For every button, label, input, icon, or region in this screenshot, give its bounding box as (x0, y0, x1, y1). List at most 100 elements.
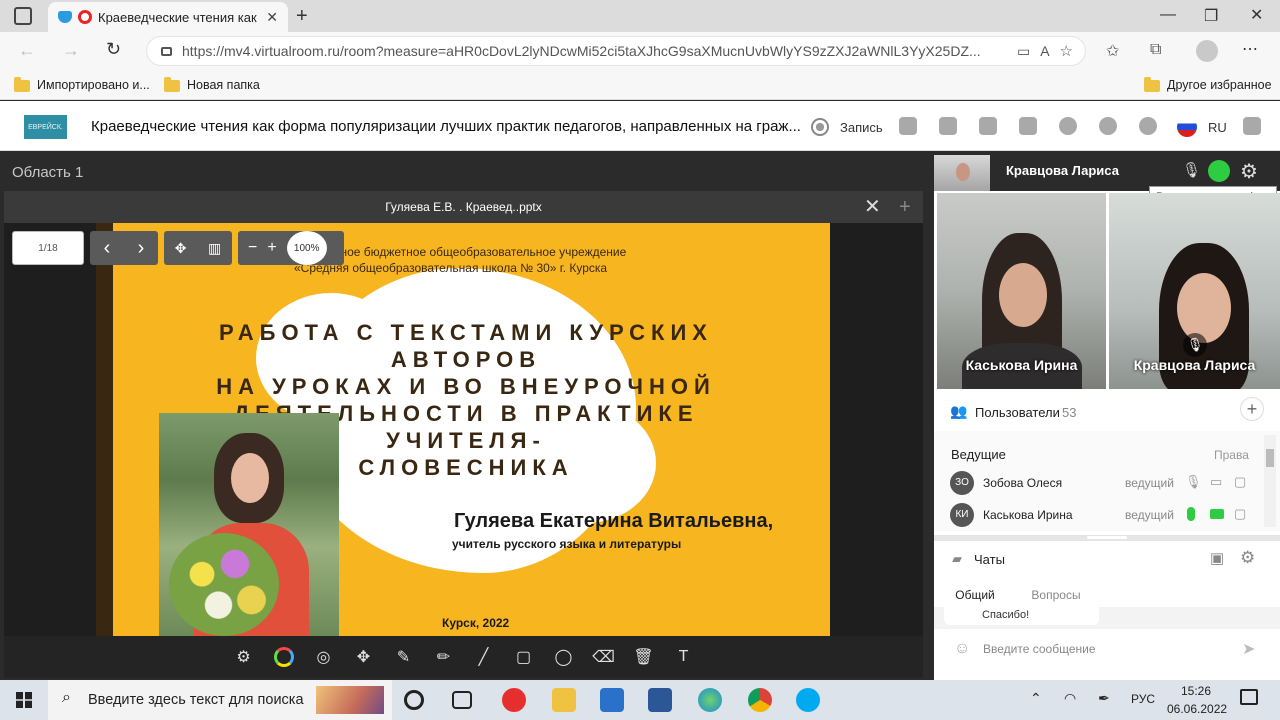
user-camera-off-icon[interactable]: ▭ (1210, 474, 1222, 490)
zoom-in-icon[interactable]: + (267, 239, 276, 257)
photo-face (231, 453, 269, 503)
toolbar-settings-icon[interactable]: ⚙ (232, 645, 256, 669)
rectangle-icon[interactable]: ▢ (512, 645, 536, 669)
record-label[interactable]: Запись (840, 120, 883, 135)
close-tab-icon[interactable]: ✕ (266, 9, 278, 26)
speaker-settings-icon[interactable]: ⚙ (1240, 159, 1258, 184)
clock-time[interactable]: 15:26 (1181, 684, 1211, 698)
other-bookmarks[interactable]: Другое избранное (1144, 76, 1272, 92)
yandex-browser-icon[interactable] (502, 688, 526, 712)
move-icon[interactable]: ✥ (352, 645, 376, 669)
ellipse-icon[interactable]: ◯ (552, 645, 576, 669)
user-name: Каськова Ирина (983, 508, 1073, 522)
add-presentation-icon[interactable]: + (899, 191, 911, 223)
screen-share-icon[interactable] (939, 117, 957, 135)
gear-icon[interactable] (1139, 117, 1157, 135)
user-row[interactable]: ЗО Зобова Олеся ведущий 🎙 ▭ ▢ (950, 471, 1250, 495)
restore-icon[interactable]: ❐ (1204, 6, 1218, 26)
user-row[interactable]: КИ Каськова Ирина ведущий ▢ (950, 503, 1250, 527)
russian-flag-icon[interactable] (1177, 117, 1197, 137)
reload-icon[interactable]: ↻ (106, 39, 121, 60)
trash-icon[interactable]: 🗑 (632, 645, 656, 669)
add-user-button[interactable]: + (1240, 397, 1264, 421)
camera-blocked-icon[interactable]: ▭ (1017, 43, 1030, 60)
wifi-icon[interactable]: ◠ (1064, 690, 1076, 707)
chat-settings-icon[interactable]: ⚙ (1240, 548, 1255, 568)
tab-general[interactable]: Общий (934, 577, 1016, 610)
forward-icon[interactable]: → (62, 40, 80, 61)
video-tile-2[interactable]: 🎙 Кравцова Лариса (1109, 193, 1280, 389)
chat-export-icon[interactable]: ▣ (1210, 549, 1224, 567)
camera-on-icon[interactable] (1208, 160, 1230, 182)
read-aloud-icon[interactable]: A (1040, 43, 1049, 59)
panel-divider[interactable] (926, 151, 934, 680)
next-page-icon[interactable]: › (138, 237, 145, 260)
text-tool-icon[interactable]: T (672, 645, 696, 669)
windows-start-icon[interactable] (16, 692, 32, 708)
brush-icon[interactable]: ✎ (392, 645, 416, 669)
user-camera-on-icon[interactable] (1210, 509, 1224, 519)
skype-icon[interactable] (796, 688, 820, 712)
document-icon[interactable] (979, 117, 997, 135)
users-scrollbar[interactable] (1264, 435, 1276, 527)
pen-icon[interactable]: ✒ (1098, 690, 1110, 707)
taskbar-search[interactable]: ⌕ Введите здесь текст для поиска (48, 680, 392, 720)
eraser-icon[interactable]: ⌫ (592, 645, 616, 669)
favorites-icon[interactable]: ✩ (1106, 41, 1119, 61)
cortana-icon[interactable] (404, 690, 424, 710)
users-scroll-thumb[interactable] (1266, 449, 1274, 467)
mic-muted-icon[interactable]: 🎙 (1182, 161, 1201, 179)
prev-page-icon[interactable]: ‹ (104, 237, 111, 260)
bookmark-folder-imported[interactable]: Импортировано и... (14, 76, 150, 92)
user-screen-icon[interactable]: ▢ (1234, 506, 1246, 522)
zoom-out-icon[interactable]: − (248, 239, 257, 257)
layout-icon[interactable] (899, 117, 917, 135)
new-tab-icon[interactable]: + (296, 5, 308, 28)
chrome-icon[interactable] (748, 688, 772, 712)
color-picker-icon[interactable] (272, 645, 296, 669)
search-highlight-image (316, 686, 384, 714)
notifications-icon[interactable] (1240, 689, 1258, 705)
zoom-level[interactable]: 100% (286, 231, 327, 265)
user-mic-on-icon[interactable] (1187, 507, 1195, 521)
message-input[interactable]: Введите сообщение (983, 642, 1096, 656)
send-icon[interactable]: ➤ (1242, 639, 1255, 659)
profile-avatar[interactable] (1196, 40, 1218, 62)
user-screen-icon[interactable]: ▢ (1234, 474, 1246, 490)
close-window-icon[interactable]: ✕ (1250, 5, 1263, 25)
task-view-icon[interactable] (452, 691, 472, 709)
back-icon[interactable]: ← (18, 40, 36, 61)
edge-icon[interactable] (698, 688, 722, 712)
video-tile-1[interactable]: Каськова Ирина (937, 193, 1106, 389)
clock-date[interactable]: 06.06.2022 (1167, 702, 1227, 716)
info-icon[interactable] (1099, 117, 1117, 135)
minimize-icon[interactable]: — (1160, 6, 1176, 24)
tab-actions-icon[interactable] (14, 7, 32, 25)
tab-questions[interactable]: Вопросы (1016, 577, 1096, 608)
pencil-icon[interactable]: ✏ (432, 645, 456, 669)
url-input[interactable]: https://mv4.virtualroom.ru/room?measure=… (146, 36, 1086, 66)
file-explorer-icon[interactable] (552, 688, 576, 712)
user-mic-off-icon[interactable]: 🎙 (1185, 474, 1202, 490)
line-icon[interactable]: ╱ (472, 645, 496, 669)
word-icon[interactable] (648, 688, 672, 712)
menu-icon[interactable]: ⋯ (1242, 39, 1258, 59)
collections-icon[interactable]: ⧉ (1150, 41, 1161, 59)
emoji-icon[interactable]: ☺ (954, 640, 970, 658)
input-language[interactable]: РУС (1131, 692, 1155, 706)
language-label[interactable]: RU (1208, 120, 1227, 135)
add-favorite-icon[interactable]: ☆ (1060, 42, 1073, 60)
pointer-icon[interactable]: ◎ (312, 645, 336, 669)
exit-icon[interactable] (1243, 117, 1261, 135)
folder-icon[interactable] (1019, 117, 1037, 135)
record-icon[interactable] (811, 118, 829, 136)
user-settings-icon[interactable] (1059, 117, 1077, 135)
bookmark-folder-new[interactable]: Новая папка (164, 76, 260, 92)
store-icon[interactable] (600, 688, 624, 712)
close-presentation-icon[interactable]: ✕ (864, 191, 881, 223)
page-counter[interactable]: 1/18 (12, 231, 84, 265)
fit-page-icon[interactable]: ✥ (175, 240, 187, 257)
fit-width-icon[interactable]: ▥ (208, 240, 221, 257)
tray-chevron-icon[interactable]: ⌃ (1030, 690, 1042, 707)
browser-tab[interactable]: Краеведческие чтения как ✕ (48, 2, 288, 32)
